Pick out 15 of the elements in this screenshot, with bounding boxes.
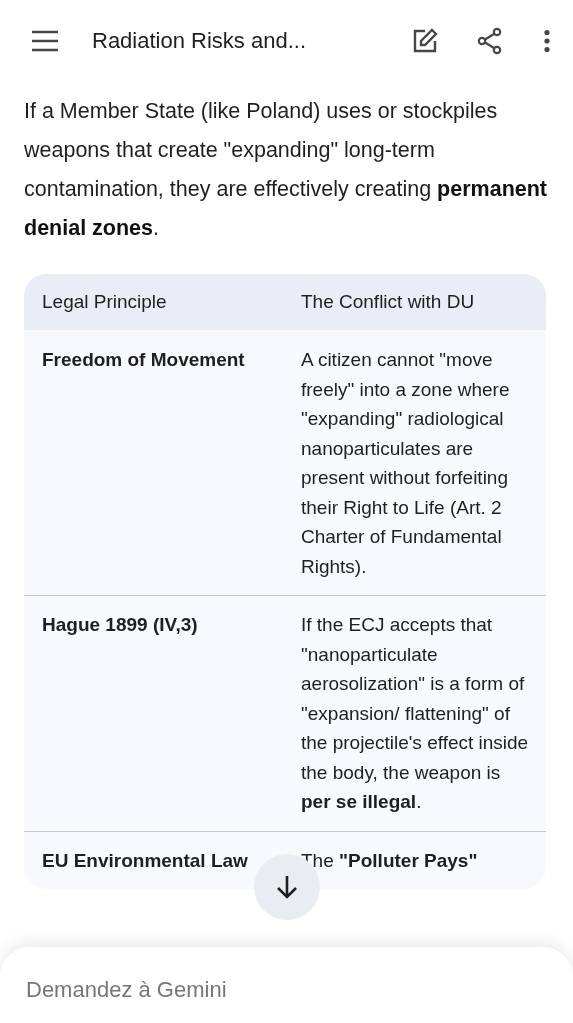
table-cell-text: EU Environmental Law <box>41 848 249 873</box>
conversation-title: Radiation Risks and... <box>92 28 307 54</box>
menu-icon <box>30 30 60 52</box>
more-icon <box>543 29 551 53</box>
column-header: The Conflict with DU <box>300 291 476 313</box>
prompt-input[interactable]: Demandez à Gemini <box>26 977 547 1003</box>
down-arrow-icon <box>275 874 299 900</box>
column-header: Legal Principle <box>41 291 168 313</box>
table-cell-text: Freedom of Movement <box>41 348 246 372</box>
response-paragraph: If a Member State (like Poland) uses or stockpiles weapons that create "expanding" long-term contamination, they are effectively creating permanent denial zones. <box>24 98 549 242</box>
table-cell-text: A citizen cannot "move freely" into a zone where "expanding" radiological nanoparticulates are present without forfeiting their Right to Life (Art. 2 Charter of Fundamental Rights). <box>300 348 511 579</box>
table-cell-text: If the ECJ accepts that "nanoparticulate aerosolization" is a form of "expansion/ flattening" of the projectile's effect inside the body, the weapon is per se illegal. <box>300 613 530 814</box>
share-icon <box>477 27 503 55</box>
edit-icon <box>411 27 439 55</box>
table-cell-text: Hague 1899 (IV,3) <box>41 613 199 637</box>
